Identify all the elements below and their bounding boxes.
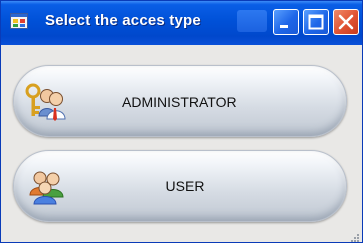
resize-grip[interactable] [350,230,360,242]
close-button[interactable] [333,9,359,35]
title-bar-highlight [237,10,267,32]
user-button[interactable]: USER [13,150,347,222]
administrator-label: ADMINISTRATOR [122,94,237,110]
maximize-button[interactable] [303,9,329,35]
user-label: USER [165,178,205,194]
window-title: Select the acces type [45,12,201,29]
administrator-button[interactable]: ADMINISTRATOR [13,65,347,137]
admin-users-key-icon [24,82,68,127]
title-bar[interactable]: Select the acces type [1,1,362,45]
app-window-icon [10,13,28,29]
minimize-button[interactable] [273,9,299,35]
access-type-window: Select the acces type ADMINISTRATOR USER [0,0,363,243]
